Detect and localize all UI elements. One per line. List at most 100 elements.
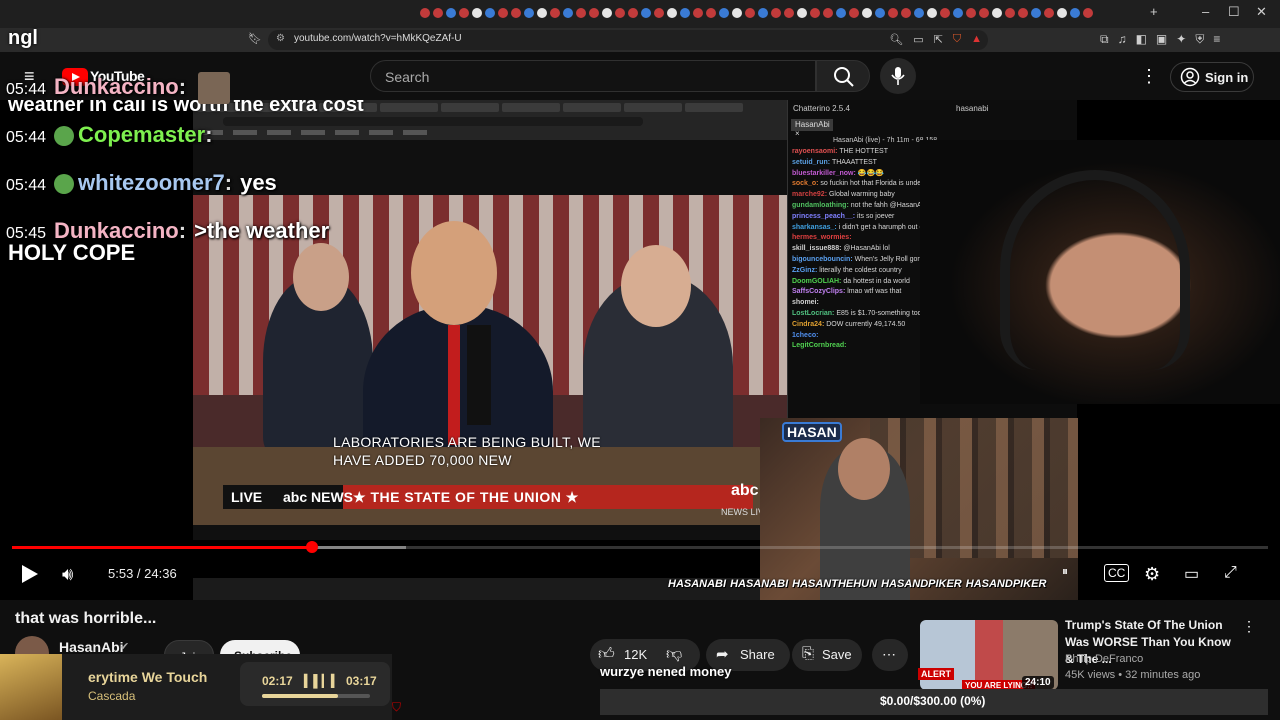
browser-tab[interactable] bbox=[524, 8, 534, 18]
browser-tab[interactable] bbox=[901, 8, 911, 18]
browser-tab[interactable] bbox=[693, 8, 703, 18]
maximize-icon[interactable]: ☐ bbox=[1228, 4, 1240, 20]
minimize-icon[interactable]: – bbox=[1202, 4, 1209, 19]
dislike-icon[interactable]: 👎︎ bbox=[666, 645, 682, 664]
browser-tab[interactable] bbox=[459, 8, 469, 18]
browser-tab[interactable] bbox=[823, 8, 833, 18]
browser-tab[interactable] bbox=[537, 8, 547, 18]
browser-tab[interactable] bbox=[719, 8, 729, 18]
browser-tab[interactable] bbox=[641, 8, 651, 18]
sidebar-icon[interactable]: ◧ bbox=[1136, 32, 1147, 47]
browser-tab[interactable] bbox=[420, 8, 430, 18]
browser-tab[interactable] bbox=[667, 8, 677, 18]
browser-tab[interactable] bbox=[485, 8, 495, 18]
browser-tab[interactable] bbox=[433, 8, 443, 18]
browser-tab[interactable] bbox=[1070, 8, 1080, 18]
chatterino-message-user: skill_issue888: bbox=[792, 245, 842, 253]
recommended-channel[interactable]: Philip DeFranco bbox=[1065, 653, 1143, 665]
browser-tab[interactable] bbox=[966, 8, 976, 18]
recommended-more-icon[interactable]: ⋮ bbox=[1242, 618, 1256, 635]
extensions-icon[interactable]: ⧉ bbox=[1100, 32, 1109, 47]
more-actions-button[interactable]: ⋯ bbox=[872, 639, 908, 671]
browser-tab[interactable] bbox=[940, 8, 950, 18]
browser-tab[interactable] bbox=[576, 8, 586, 18]
social-handle: HASANDPIKER bbox=[965, 578, 1047, 590]
leo-icon[interactable]: ✦ bbox=[1176, 32, 1186, 47]
brave-shield-icon[interactable]: ⛉ bbox=[953, 33, 961, 46]
browser-tab[interactable] bbox=[446, 8, 456, 18]
caption-line-1: LABORATORIES ARE BEING BUILT, WE bbox=[333, 434, 601, 450]
browser-tab[interactable] bbox=[745, 8, 755, 18]
new-tab-icon[interactable]: + bbox=[1150, 4, 1158, 19]
cast-icon[interactable]: ▭ bbox=[913, 33, 923, 46]
theater-mode-icon[interactable]: ▭ bbox=[1184, 564, 1199, 584]
browser-tab[interactable] bbox=[836, 8, 846, 18]
browser-tab[interactable] bbox=[511, 8, 521, 18]
browser-tab[interactable] bbox=[706, 8, 716, 18]
browser-tab[interactable] bbox=[654, 8, 664, 18]
settings-kebab-icon[interactable]: ⋮ bbox=[1140, 66, 1158, 87]
browser-tab[interactable] bbox=[771, 8, 781, 18]
browser-tab[interactable] bbox=[1031, 8, 1041, 18]
media-icon[interactable]: ♫ bbox=[1118, 32, 1127, 47]
browser-tab[interactable] bbox=[992, 8, 1002, 18]
vpn-icon[interactable]: ⛨ bbox=[1195, 32, 1204, 47]
bookmark-icon[interactable]: 🔖︎ bbox=[248, 32, 262, 45]
chatterino-message-user: sharkansas_: bbox=[792, 223, 837, 231]
browser-tab[interactable] bbox=[628, 8, 638, 18]
brave-rewards-icon[interactable]: ▲ bbox=[971, 33, 982, 46]
verified-icon: ✔ bbox=[120, 641, 130, 653]
browser-tab[interactable] bbox=[875, 8, 885, 18]
browser-tab[interactable] bbox=[472, 8, 482, 18]
browser-tabs[interactable] bbox=[420, 8, 1140, 20]
browser-tab[interactable] bbox=[1057, 8, 1067, 18]
autoplay-toggle-icon[interactable]: ⏸ bbox=[1062, 564, 1068, 579]
share-page-icon[interactable]: ⇱ bbox=[934, 33, 943, 46]
sign-in-button[interactable]: Sign in bbox=[1170, 62, 1254, 92]
browser-tab[interactable] bbox=[927, 8, 937, 18]
browser-tab[interactable] bbox=[732, 8, 742, 18]
browser-tab[interactable] bbox=[498, 8, 508, 18]
browser-tab[interactable] bbox=[888, 8, 898, 18]
subtitles-icon[interactable]: CC bbox=[1104, 564, 1130, 582]
song-artist: Cascada bbox=[88, 689, 136, 703]
browser-tab[interactable] bbox=[862, 8, 872, 18]
wallet-icon[interactable]: ▣ bbox=[1156, 32, 1167, 47]
browser-tab[interactable] bbox=[758, 8, 768, 18]
save-button[interactable]: ⎘ Save bbox=[792, 639, 862, 671]
volume-icon[interactable]: 🔊︎ bbox=[62, 564, 73, 585]
settings-gear-icon[interactable]: ⚙ bbox=[1144, 564, 1160, 585]
browser-tab[interactable] bbox=[550, 8, 560, 18]
menu-icon[interactable]: ≡ bbox=[1213, 32, 1220, 47]
browser-tab[interactable] bbox=[602, 8, 612, 18]
voice-search-button[interactable] bbox=[880, 58, 916, 94]
browser-tab[interactable] bbox=[784, 8, 794, 18]
fullscreen-icon[interactable]: ⤢ bbox=[1224, 564, 1237, 582]
progress-played bbox=[12, 546, 313, 549]
close-window-icon[interactable]: ✕ bbox=[1256, 4, 1267, 20]
browser-tab[interactable] bbox=[1005, 8, 1015, 18]
search-button[interactable] bbox=[816, 60, 870, 92]
search-input[interactable]: Search bbox=[370, 60, 816, 92]
browser-tab[interactable] bbox=[615, 8, 625, 18]
url-field[interactable]: ⚙︎ youtube.com/watch?v=hMkKQeZAf-U 🔍︎ ▭ … bbox=[268, 30, 988, 50]
browser-tab[interactable] bbox=[1018, 8, 1028, 18]
browser-tab[interactable] bbox=[797, 8, 807, 18]
browser-tab[interactable] bbox=[810, 8, 820, 18]
browser-tab[interactable] bbox=[1044, 8, 1054, 18]
brave-shield-taskbar-icon[interactable]: ⛉ bbox=[392, 700, 401, 715]
channel-name[interactable]: HasanAbi bbox=[59, 639, 124, 655]
play-button[interactable] bbox=[20, 564, 40, 584]
site-info-icon[interactable]: ⚙︎ bbox=[276, 33, 285, 44]
zoom-icon[interactable]: 🔍︎ bbox=[889, 33, 903, 46]
browser-tab[interactable] bbox=[563, 8, 573, 18]
browser-tab[interactable] bbox=[979, 8, 989, 18]
progress-bar[interactable] bbox=[12, 546, 1268, 549]
browser-tab[interactable] bbox=[1083, 8, 1093, 18]
browser-tab[interactable] bbox=[953, 8, 963, 18]
browser-tab[interactable] bbox=[914, 8, 924, 18]
browser-tab[interactable] bbox=[680, 8, 690, 18]
browser-tab[interactable] bbox=[849, 8, 859, 18]
like-icon[interactable]: 👍︎ bbox=[598, 645, 615, 664]
browser-tab[interactable] bbox=[589, 8, 599, 18]
